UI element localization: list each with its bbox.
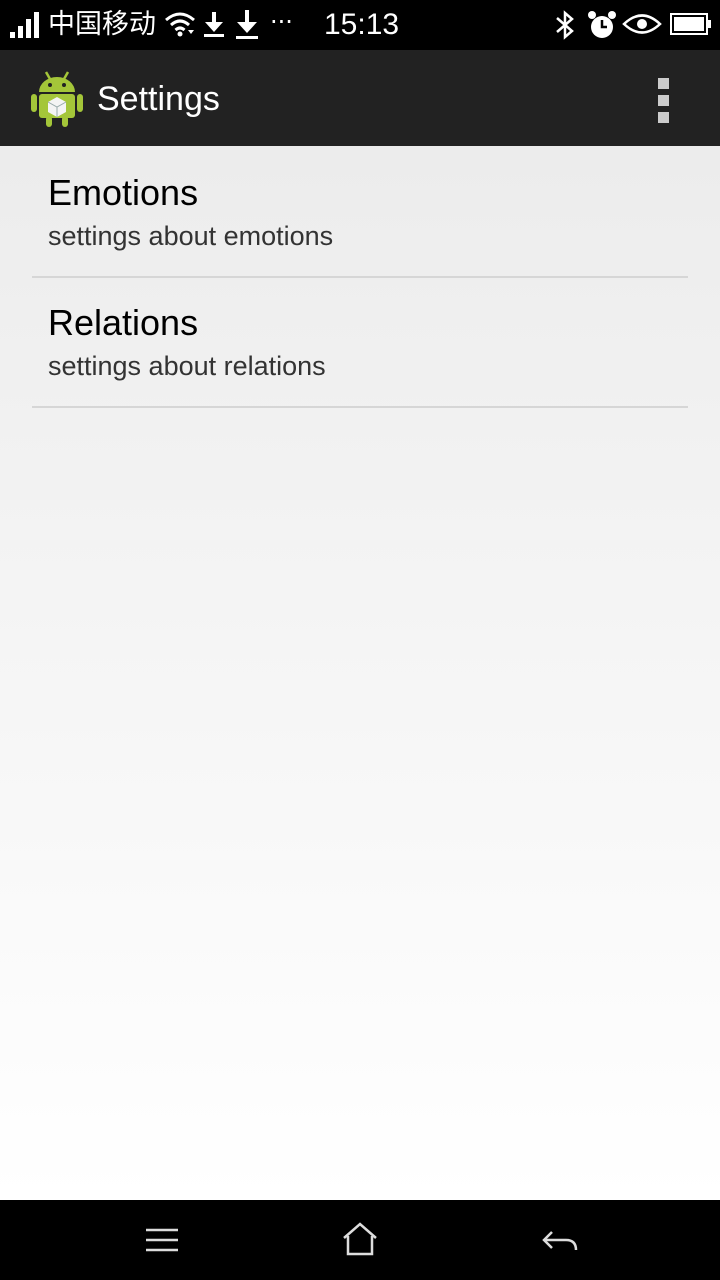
navigation-bar: [0, 1200, 720, 1280]
signal-strength-icon: [10, 12, 39, 38]
download-icon: [204, 12, 224, 37]
android-robot-icon[interactable]: [30, 68, 84, 128]
preference-relations[interactable]: Relations settings about relations: [32, 276, 688, 408]
alarm-icon: [588, 11, 616, 38]
status-bar: 中国移动 ··· 15:13: [0, 0, 720, 50]
eye-icon: [622, 14, 662, 34]
download-icon: [236, 10, 258, 39]
preference-summary: settings about emotions: [48, 221, 334, 251]
overflow-dot: [658, 95, 669, 106]
battery-icon: [670, 13, 711, 35]
screen: 中国移动 ··· 15:13 Settings Emotions setting…: [0, 0, 720, 1280]
page-title: Settings: [97, 80, 220, 118]
more-notifications-icon: ···: [270, 8, 293, 36]
preference-title: Relations: [48, 302, 199, 343]
preference-summary: settings about relations: [48, 351, 326, 381]
overflow-menu-icon[interactable]: [646, 74, 682, 126]
preference-title: Emotions: [48, 172, 199, 213]
action-bar: Settings: [0, 50, 720, 147]
carrier-name: 中国移动: [48, 9, 156, 40]
wifi-icon: [165, 12, 195, 37]
home-icon[interactable]: [336, 1216, 384, 1264]
preference-list: Emotions settings about emotions Relatio…: [0, 146, 720, 1200]
overflow-dot: [658, 78, 669, 89]
menu-icon[interactable]: [138, 1216, 186, 1264]
preference-emotions[interactable]: Emotions settings about emotions: [32, 146, 688, 278]
status-clock: 15:13: [324, 8, 400, 41]
bluetooth-icon: [556, 10, 574, 40]
back-icon[interactable]: [536, 1216, 584, 1264]
overflow-dot: [658, 112, 669, 123]
